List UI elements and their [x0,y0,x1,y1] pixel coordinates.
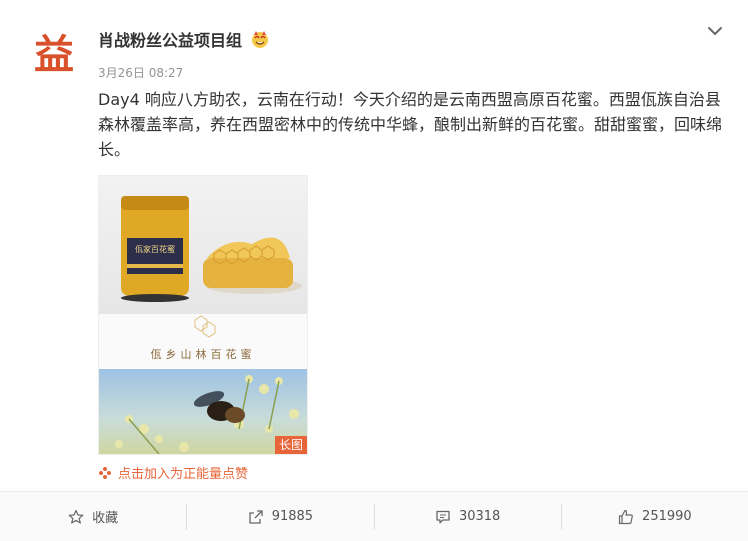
post-timestamp[interactable]: 3月26日 08:27 [98,64,183,81]
favorite-label: 收藏 [92,511,119,526]
repost-icon [249,509,263,524]
repost-count: 91885 [271,509,314,524]
weibo-post-card: 益 肖战粉丝公益项目组 3月26日 08:27 Day4 响应八方助农，云南在行… [0,0,748,541]
thumbs-up-icon [618,509,633,524]
emoji-badge-icon [252,31,269,48]
favorite-button[interactable]: 收藏 [0,492,186,541]
avatar-logo-icon: 益 [34,31,74,74]
username[interactable]: 肖战粉丝公益项目组 [98,27,242,51]
long-image-badge: 长图 [274,436,307,454]
username-row: 肖战粉丝公益项目组 [98,27,270,51]
comment-button[interactable]: 30318 [375,492,561,541]
comment-icon [436,510,450,523]
repost-button[interactable]: 91885 [187,492,373,541]
flower-icon [99,466,111,479]
post-image[interactable]: 佤家百花蜜 佤乡山林百花蜜 长图 [98,175,308,455]
star-icon [68,509,84,524]
avatar[interactable]: 益 [32,30,76,74]
svg-text:益: 益 [34,31,74,74]
chevron-down-icon[interactable] [706,22,724,40]
positive-energy-label: 点击加入为正能量点赞 [118,467,249,482]
honey-product-photo: 佤家百花蜜 [99,176,307,314]
positive-energy-link[interactable]: 点击加入为正能量点赞 [98,463,248,482]
image-caption: 佤乡山林百花蜜 [150,348,256,361]
hexagon-logo-icon [194,315,216,338]
post-text: Day4 响应八方助农，云南在行动！今天介绍的是云南西盟高原百花蜜。西盟佤族自治… [98,90,723,159]
action-bar: 收藏 91885 30318 251990 [0,491,748,541]
comment-count: 30318 [458,509,501,524]
svg-text:佤家百花蜜: 佤家百花蜜 [135,244,175,254]
like-count: 251990 [642,509,692,524]
like-button[interactable]: 251990 [562,492,748,541]
